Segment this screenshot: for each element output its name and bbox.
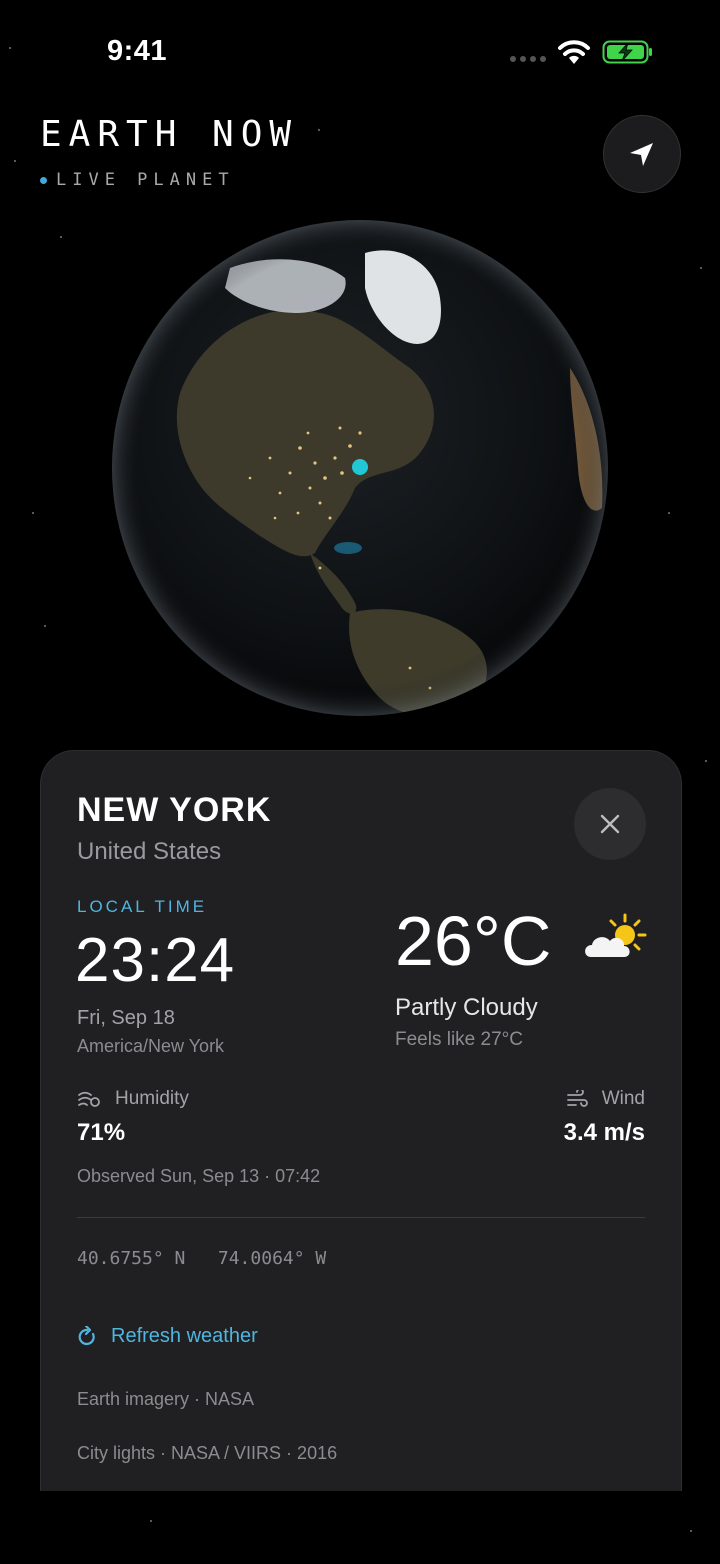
refresh-icon [78,1325,95,1345]
local-time-value: 23:24 [75,926,236,995]
wind-icon [566,1090,588,1107]
close-button[interactable] [574,788,646,860]
divider [77,1217,645,1218]
country-name: United States [77,838,222,865]
local-time-label: LOCAL TIME [77,897,208,916]
local-date: Fri, Sep 18 [77,1007,175,1029]
humidity-label: Humidity [115,1088,189,1109]
timezone: America/New York [77,1036,225,1056]
feels-like: Feels like 27°C [395,1029,523,1050]
temperature: 26°C [395,902,552,980]
live-indicator: LIVE PLANET [40,170,235,190]
humidity-value: 71% [77,1119,126,1146]
wind-value: 3.4 m/s [563,1119,645,1146]
coordinates: 40.6755° N 74.0064° W [77,1248,327,1269]
humidity-label-row: Humidity [77,1088,189,1110]
status-bar: 9:41 [0,0,720,100]
signal-icon [510,56,546,62]
wifi-icon [558,40,590,64]
observed-time: Observed Sun, Sep 13 · 07:42 [77,1166,321,1186]
close-icon [600,814,620,834]
city-name: NEW YORK [77,791,272,829]
refresh-weather-label: Refresh weather [111,1325,258,1347]
locate-me-button[interactable] [603,115,681,193]
city-info-card: NEW YORK United States LOCAL TIME 23:24 … [40,750,682,1491]
app-title: EARTH NOW [40,114,299,155]
wind-label-row: Wind [566,1088,645,1110]
partly-cloudy-icon [585,913,647,957]
status-time: 9:41 [107,35,168,67]
refresh-weather-button[interactable]: Refresh weather [77,1325,258,1348]
location-arrow-icon [630,143,653,166]
weather-condition: Partly Cloudy [395,994,538,1021]
live-dot [40,176,47,184]
location-marker[interactable] [352,459,368,475]
battery-charging-icon [602,40,652,64]
earth-globe[interactable] [110,218,610,718]
wind-label: Wind [601,1088,645,1109]
humidity-icon [78,1091,100,1107]
live-label: LIVE PLANET [56,170,235,190]
credit-imagery: Earth imagery · NASA [77,1389,255,1409]
credit-city-lights: City lights · NASA / VIIRS · 2016 [77,1443,338,1463]
